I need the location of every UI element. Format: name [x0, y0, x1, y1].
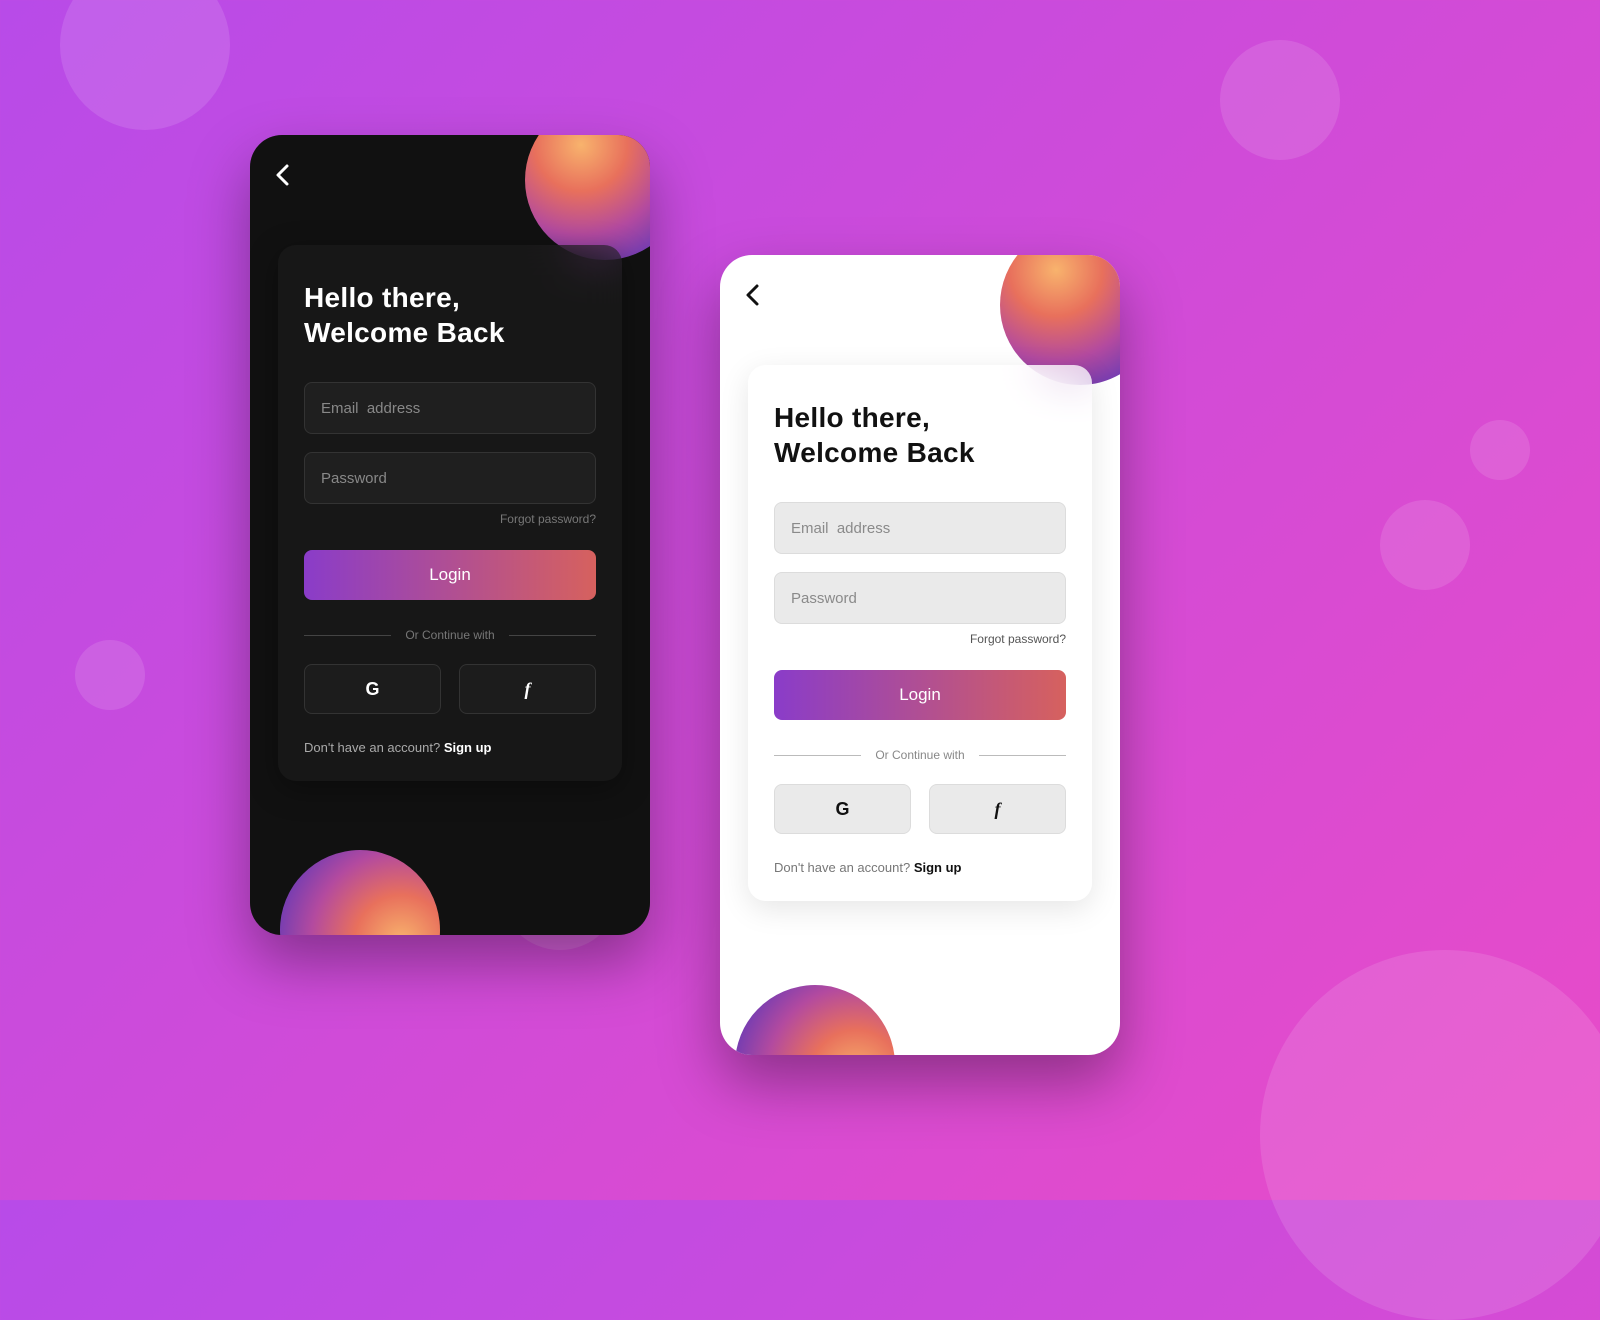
email-field[interactable]: [774, 502, 1066, 554]
heading-line-2: Welcome Back: [304, 315, 596, 350]
decorative-circle: [1470, 420, 1530, 480]
chevron-left-icon: [744, 283, 762, 307]
google-login-button[interactable]: G: [774, 784, 911, 834]
login-button[interactable]: Login: [774, 670, 1066, 720]
heading-line-1: Hello there,: [304, 280, 596, 315]
signup-prompt: Don't have an account? Sign up: [304, 740, 596, 755]
input-group: [774, 502, 1066, 624]
decorative-orb: [720, 952, 928, 1055]
signup-prompt-text: Don't have an account?: [774, 860, 914, 875]
input-group: [304, 382, 596, 504]
login-card: Hello there, Welcome Back Forgot passwor…: [278, 245, 622, 781]
facebook-login-button[interactable]: f: [459, 664, 596, 714]
login-card: Hello there, Welcome Back Forgot passwor…: [748, 365, 1092, 901]
heading-line-1: Hello there,: [774, 400, 1066, 435]
social-divider: Or Continue with: [774, 748, 1066, 762]
forgot-password-link[interactable]: Forgot password?: [304, 512, 596, 526]
divider-line: [509, 635, 596, 636]
password-field[interactable]: [774, 572, 1066, 624]
facebook-icon: f: [995, 799, 1001, 820]
google-icon: G: [365, 679, 379, 700]
divider-text: Or Continue with: [875, 748, 964, 762]
google-login-button[interactable]: G: [304, 664, 441, 714]
divider-line: [979, 755, 1066, 756]
divider-line: [774, 755, 861, 756]
page-title: Hello there, Welcome Back: [304, 280, 596, 350]
facebook-icon: f: [525, 679, 531, 700]
decorative-orb: [525, 135, 650, 260]
signup-link[interactable]: Sign up: [444, 740, 492, 755]
heading-line-2: Welcome Back: [774, 435, 1066, 470]
google-icon: G: [835, 799, 849, 820]
signup-link[interactable]: Sign up: [914, 860, 962, 875]
divider-text: Or Continue with: [405, 628, 494, 642]
social-divider: Or Continue with: [304, 628, 596, 642]
signup-prompt-text: Don't have an account?: [304, 740, 444, 755]
forgot-password-link[interactable]: Forgot password?: [774, 632, 1066, 646]
facebook-login-button[interactable]: f: [929, 784, 1066, 834]
email-field[interactable]: [304, 382, 596, 434]
social-login-row: G f: [774, 784, 1066, 834]
decorative-circle: [75, 640, 145, 710]
signup-prompt: Don't have an account? Sign up: [774, 860, 1066, 875]
back-button[interactable]: [274, 163, 292, 192]
chevron-left-icon: [274, 163, 292, 187]
decorative-circle: [1260, 950, 1600, 1320]
divider-line: [304, 635, 391, 636]
decorative-circle: [1220, 40, 1340, 160]
login-screen-light: Hello there, Welcome Back Forgot passwor…: [720, 255, 1120, 1055]
decorative-orb: [250, 817, 473, 935]
page-title: Hello there, Welcome Back: [774, 400, 1066, 470]
back-button[interactable]: [744, 283, 762, 312]
decorative-circle: [1380, 500, 1470, 590]
login-button[interactable]: Login: [304, 550, 596, 600]
decorative-circle: [60, 0, 230, 130]
social-login-row: G f: [304, 664, 596, 714]
login-screen-dark: Hello there, Welcome Back Forgot passwor…: [250, 135, 650, 935]
password-field[interactable]: [304, 452, 596, 504]
